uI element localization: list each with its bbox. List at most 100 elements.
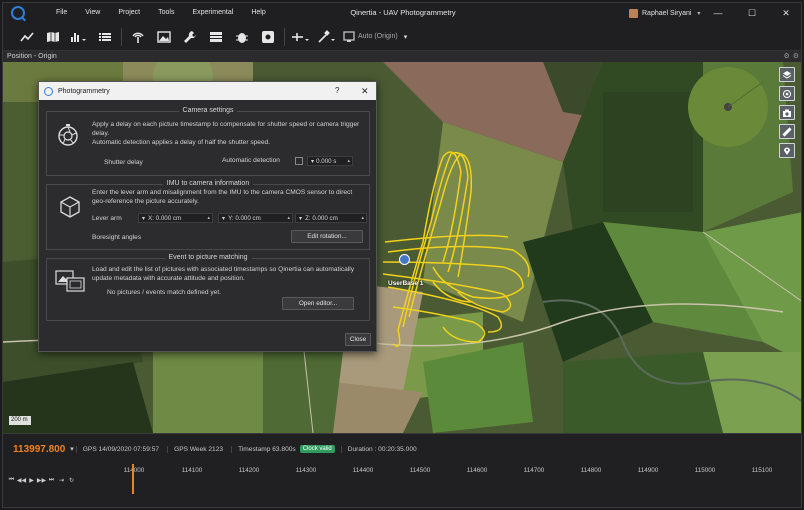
app-window: File View Project Tools Experimental Hel… [2, 2, 802, 508]
jump-icon[interactable]: ⇥ [57, 475, 66, 485]
satellite-icon[interactable] [317, 26, 337, 48]
tick-label: 114400 [352, 467, 374, 474]
settings-box-icon[interactable] [258, 26, 278, 48]
menu-project[interactable]: Project [109, 3, 149, 23]
imu-description: Enter the lever arm and misalignment fro… [92, 189, 353, 205]
map-icon[interactable] [43, 26, 63, 48]
app-logo-icon [11, 6, 25, 20]
avatar [629, 8, 638, 18]
automatic-detection-checkbox[interactable] [295, 157, 303, 165]
camera-auto-description: Automatic detection applies a delay of h… [92, 139, 271, 146]
menu-bar: File View Project Tools Experimental Hel… [47, 3, 275, 23]
gps-date: GPS 14/09/2020 07:59:57 [75, 445, 165, 453]
window-controls: — ☐ ✕ [701, 3, 801, 23]
trajectory-icon[interactable] [291, 26, 311, 48]
tick-label: 114600 [466, 467, 488, 474]
image-icon[interactable] [154, 26, 174, 48]
last-icon[interactable]: ⏭ [47, 475, 56, 485]
menu-experimental[interactable]: Experimental [183, 3, 242, 23]
dialog-close-button[interactable]: ✕ [361, 82, 369, 100]
lever-arm-z-value: Z: 0.000 cm [305, 214, 338, 222]
clock-status-badge: Clock valid [299, 445, 335, 453]
map-toolbar [779, 67, 795, 158]
tick-label: 114200 [238, 467, 260, 474]
first-icon[interactable]: ⏮ [7, 475, 16, 485]
open-editor-button[interactable]: Open editor... [282, 297, 354, 310]
tick-label: 115000 [694, 467, 716, 474]
tick-label: 114800 [580, 467, 602, 474]
status-strip [3, 507, 802, 508]
menu-file[interactable]: File [47, 3, 76, 23]
pin-icon[interactable] [779, 143, 795, 158]
close-window-button[interactable]: ✕ [769, 3, 801, 23]
boresight-label: Boresight angles [92, 234, 142, 241]
layers-icon[interactable] [779, 67, 795, 82]
shutter-icon [56, 123, 80, 149]
help-button[interactable]: ? [335, 82, 339, 100]
mode-selector[interactable]: Auto (Origin) ▾ [343, 30, 407, 43]
lever-arm-z-field[interactable]: ▾ Z: 0.000 cm ▴ [295, 213, 367, 223]
camera-description: Apply a delay on each picture timestamp … [92, 121, 360, 137]
bug-icon[interactable] [232, 26, 252, 48]
mode-label: Auto (Origin) [358, 33, 398, 40]
spin-caret-icon: ▾ [222, 214, 226, 222]
tick-label: 114100 [181, 467, 203, 474]
shutter-delay-field[interactable]: ▾ 0.000 s ▴ [307, 156, 353, 166]
timeline-info-bar: 113997.800 ▾ GPS 14/09/2020 07:59:57 GPS… [3, 434, 801, 464]
spinner-icon: ▴ [287, 215, 290, 221]
gear-icon[interactable]: ⚙ [793, 52, 799, 60]
app-logo-icon [44, 86, 53, 96]
ruler-icon[interactable] [779, 124, 795, 139]
menu-help[interactable]: Help [242, 3, 274, 23]
shutter-delay-label: Shutter delay [104, 159, 143, 166]
spin-caret-icon: ▾ [299, 214, 303, 222]
rewind-icon[interactable]: ◀◀ [17, 475, 26, 485]
database-icon[interactable] [206, 26, 226, 48]
maximize-button[interactable]: ☐ [735, 3, 769, 23]
base-station-pin[interactable] [399, 254, 410, 265]
lever-arm-x-value: X: 0.000 cm [148, 214, 182, 222]
tick-label: 114000 [123, 467, 145, 474]
toolbar-divider [121, 27, 122, 46]
target-icon[interactable] [779, 86, 795, 101]
list-icon[interactable] [95, 26, 115, 48]
section-title: Camera settings [178, 107, 238, 114]
antenna-icon[interactable] [128, 26, 148, 48]
gps-week: GPS Week 2123 [167, 445, 229, 453]
tick-label: 114700 [523, 467, 545, 474]
timeline-cursor[interactable] [132, 464, 134, 494]
gear-icon[interactable]: ⚙ [783, 52, 789, 60]
bar-chart-icon[interactable] [69, 26, 89, 48]
current-time[interactable]: 113997.800 [13, 444, 65, 455]
play-icon[interactable]: ▶ [27, 475, 36, 485]
edit-rotation-button[interactable]: Edit rotation... [291, 230, 363, 243]
timeline-ruler[interactable]: 114000 114100 114200 114300 114400 11450… [3, 464, 801, 486]
lever-arm-y-field[interactable]: ▾ Y: 0.000 cm ▴ [218, 213, 293, 223]
menu-tools[interactable]: Tools [149, 3, 183, 23]
section-title: Event to picture matching [164, 254, 252, 261]
chevron-down-icon[interactable]: ▾ [70, 445, 74, 453]
photogrammetry-dialog: Photogrammetry ? ✕ Camera settings Apply… [38, 81, 377, 352]
playback-controls: ⏮ ◀◀ ▶ ▶▶ ⏭ ⇥ ↻ [7, 475, 76, 485]
panel-title: Position - Origin [7, 53, 57, 60]
cube-icon [58, 195, 82, 221]
fast-forward-icon[interactable]: ▶▶ [37, 475, 46, 485]
camera-icon[interactable] [779, 105, 795, 120]
spin-caret-icon: ▾ [142, 214, 146, 222]
user-menu[interactable]: Raphael Siryani ▾ [629, 3, 700, 23]
close-button[interactable]: Close [345, 333, 371, 346]
lever-arm-x-field[interactable]: ▾ X: 0.000 cm ▴ [138, 213, 213, 223]
menu-view[interactable]: View [76, 3, 109, 23]
minimize-button[interactable]: — [701, 3, 735, 23]
chart-line-icon[interactable] [17, 26, 37, 48]
section-title: IMU to camera information [162, 180, 254, 187]
scale-bar: 200 m [9, 416, 31, 425]
loop-icon[interactable]: ↻ [67, 475, 76, 485]
wrench-icon[interactable] [180, 26, 200, 48]
tick-label: 114300 [295, 467, 317, 474]
event-status-text: No pictures / events match defined yet. [107, 289, 221, 296]
timeline-panel: 113997.800 ▾ GPS 14/09/2020 07:59:57 GPS… [3, 433, 802, 508]
base-station-label: UserBase 1 [388, 280, 424, 287]
imu-camera-section: IMU to camera information Enter the leve… [46, 180, 370, 250]
tick-label: 114500 [409, 467, 431, 474]
